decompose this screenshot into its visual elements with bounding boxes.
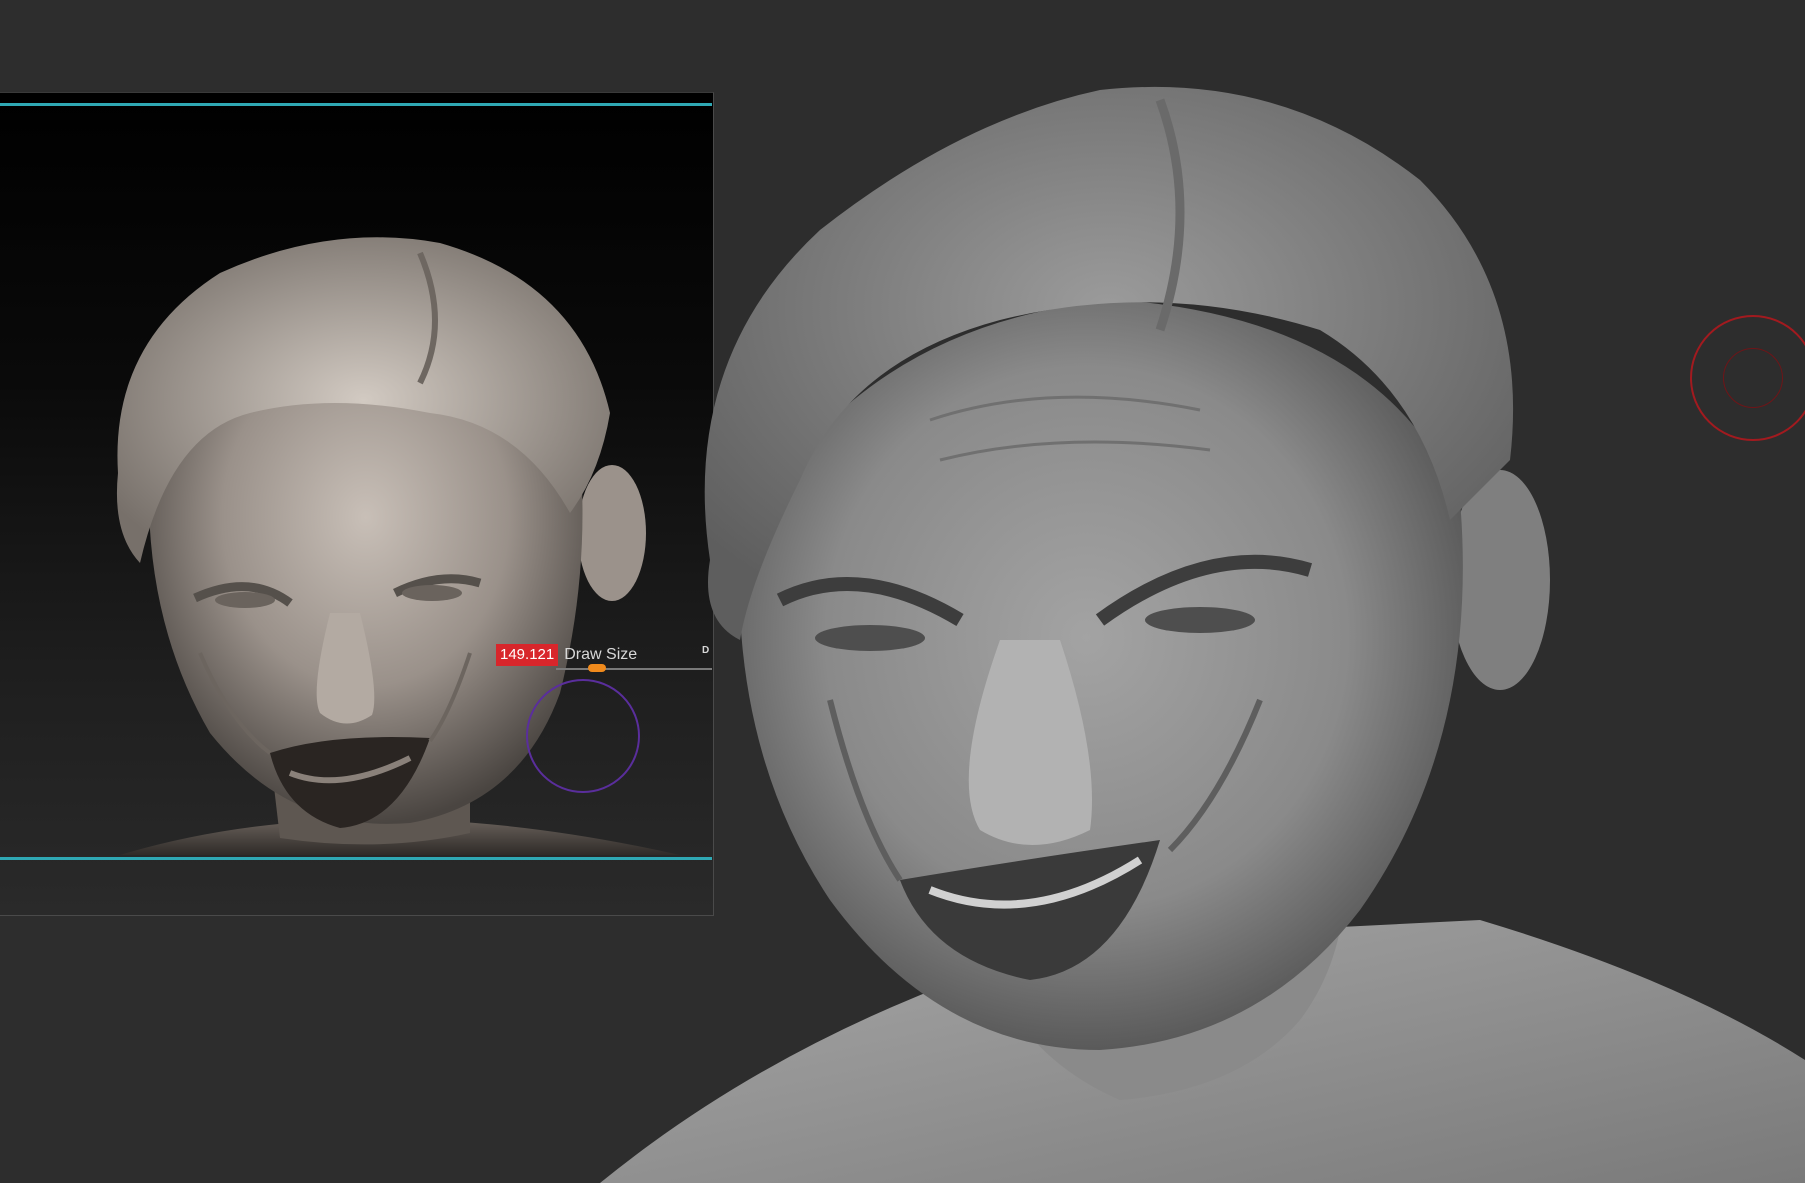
main-sculpt-model[interactable]	[600, 60, 1805, 1183]
draw-size-value[interactable]: 149.121	[496, 644, 559, 666]
zbrush-viewport[interactable]: 149.121 Draw Size D	[0, 0, 1805, 1183]
brush-cursor-inner-ring	[1723, 348, 1783, 408]
